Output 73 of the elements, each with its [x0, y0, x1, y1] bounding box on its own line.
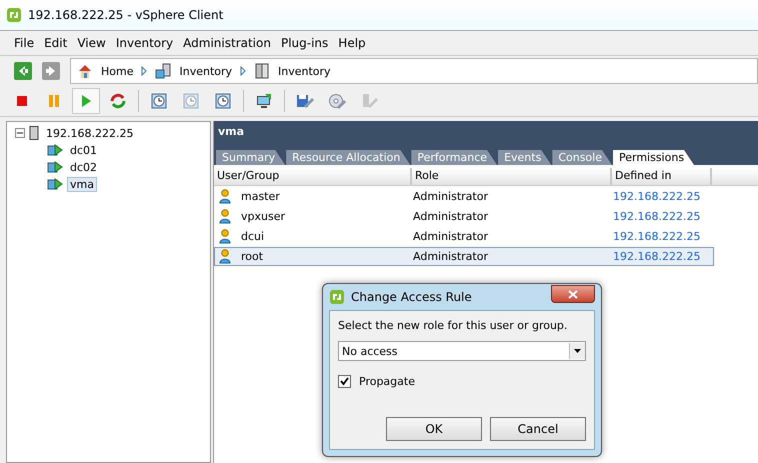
home-icon: [77, 63, 93, 79]
tree-item[interactable]: 192.168.222.25: [43, 126, 136, 140]
breadcrumb-link[interactable]: Home: [101, 64, 134, 78]
window-title: 192.168.222.25 - vSphere Client: [28, 8, 224, 22]
tree-item[interactable]: dc02: [67, 160, 100, 174]
prompt-text: Select the new role for this user or group.: [338, 319, 568, 332]
table-cell-text: Administrator: [413, 230, 489, 243]
dialog-title: Change Access Rule: [351, 290, 473, 304]
user-icon: [219, 229, 231, 244]
user-icon: [219, 209, 231, 224]
clock-icon: [150, 92, 168, 110]
table-cell-text: master: [241, 190, 281, 203]
table-cell-text: Administrator: [413, 210, 489, 223]
collapse-toggle[interactable]: [15, 128, 25, 138]
logo-icon: [6, 7, 22, 23]
server-icon: [254, 63, 270, 79]
clock-icon: [182, 92, 200, 110]
logo-icon: [329, 289, 345, 305]
tree-item[interactable]: dc01: [67, 142, 100, 158]
column-header[interactable]: User/Group: [214, 168, 412, 185]
defined-in-link[interactable]: 192.168.222.25: [613, 210, 713, 223]
breadcrumb-link[interactable]: Inventory: [179, 64, 232, 78]
ok-button[interactable]: OK: [386, 417, 482, 441]
monitor-icon: [255, 92, 273, 110]
table-cell-text: dcui: [241, 230, 266, 243]
refresh-icon: [109, 92, 127, 110]
table-cell-text: Administrator: [413, 250, 489, 263]
caret-icon: [574, 349, 581, 353]
checkmark-icon: [340, 377, 349, 386]
breadcrumb-link[interactable]: Inventory: [278, 64, 331, 78]
minus-icon: [17, 130, 23, 136]
checkbox-label: Propagate: [359, 375, 415, 388]
propagate-checkbox[interactable]: [338, 375, 351, 388]
column-header[interactable]: Defined in: [612, 168, 712, 185]
menu-item[interactable]: File: [10, 36, 38, 50]
menu-item[interactable]: Inventory: [112, 36, 178, 50]
table-cell-text: Administrator: [413, 190, 489, 203]
table-row[interactable]: root Administrator 192.168.222.25: [214, 247, 714, 266]
column-header[interactable]: Role: [412, 168, 612, 185]
user-icon: [219, 249, 231, 264]
hosts-icon: [155, 63, 172, 79]
tab[interactable]: Permissions: [612, 150, 694, 165]
server-icon: [29, 126, 39, 140]
chevron-icon: [141, 66, 148, 76]
role-dropdown[interactable]: No access: [338, 341, 586, 361]
cancel-button[interactable]: Cancel: [490, 417, 586, 441]
panel-title: vma: [217, 124, 246, 138]
defined-in-link[interactable]: 192.168.222.25: [613, 250, 713, 263]
table-cell-text: vpxuser: [241, 210, 286, 223]
close-icon: [568, 290, 578, 298]
table-row[interactable]: vpxuser Administrator 192.168.222.25: [214, 207, 714, 226]
user-icon: [219, 189, 231, 204]
floppy-wrench-icon: [296, 92, 314, 110]
vm-icon: [47, 143, 63, 157]
usb-wrench-icon: [360, 92, 378, 110]
tree-item[interactable]: vma: [67, 176, 97, 192]
close-button[interactable]: [551, 285, 595, 303]
menu-item[interactable]: View: [73, 36, 110, 50]
disc-wrench-icon: [328, 92, 346, 110]
menu-item[interactable]: Edit: [40, 36, 72, 50]
back-button[interactable]: [14, 62, 32, 80]
table-cell-text: root: [241, 250, 264, 263]
vm-icon: [47, 177, 63, 191]
clock-icon: [214, 92, 232, 110]
table-row[interactable]: dcui Administrator 192.168.222.25: [214, 227, 714, 246]
menu-item[interactable]: Administration: [179, 36, 275, 50]
defined-in-link[interactable]: 192.168.222.25: [613, 190, 713, 203]
vm-icon: [47, 160, 63, 174]
menu-item[interactable]: Plug-ins: [276, 36, 332, 50]
table-row[interactable]: master Administrator 192.168.222.25: [214, 187, 714, 206]
chevron-icon: [240, 66, 246, 76]
menu-item[interactable]: Help: [334, 36, 370, 50]
defined-in-link[interactable]: 192.168.222.25: [613, 230, 713, 243]
